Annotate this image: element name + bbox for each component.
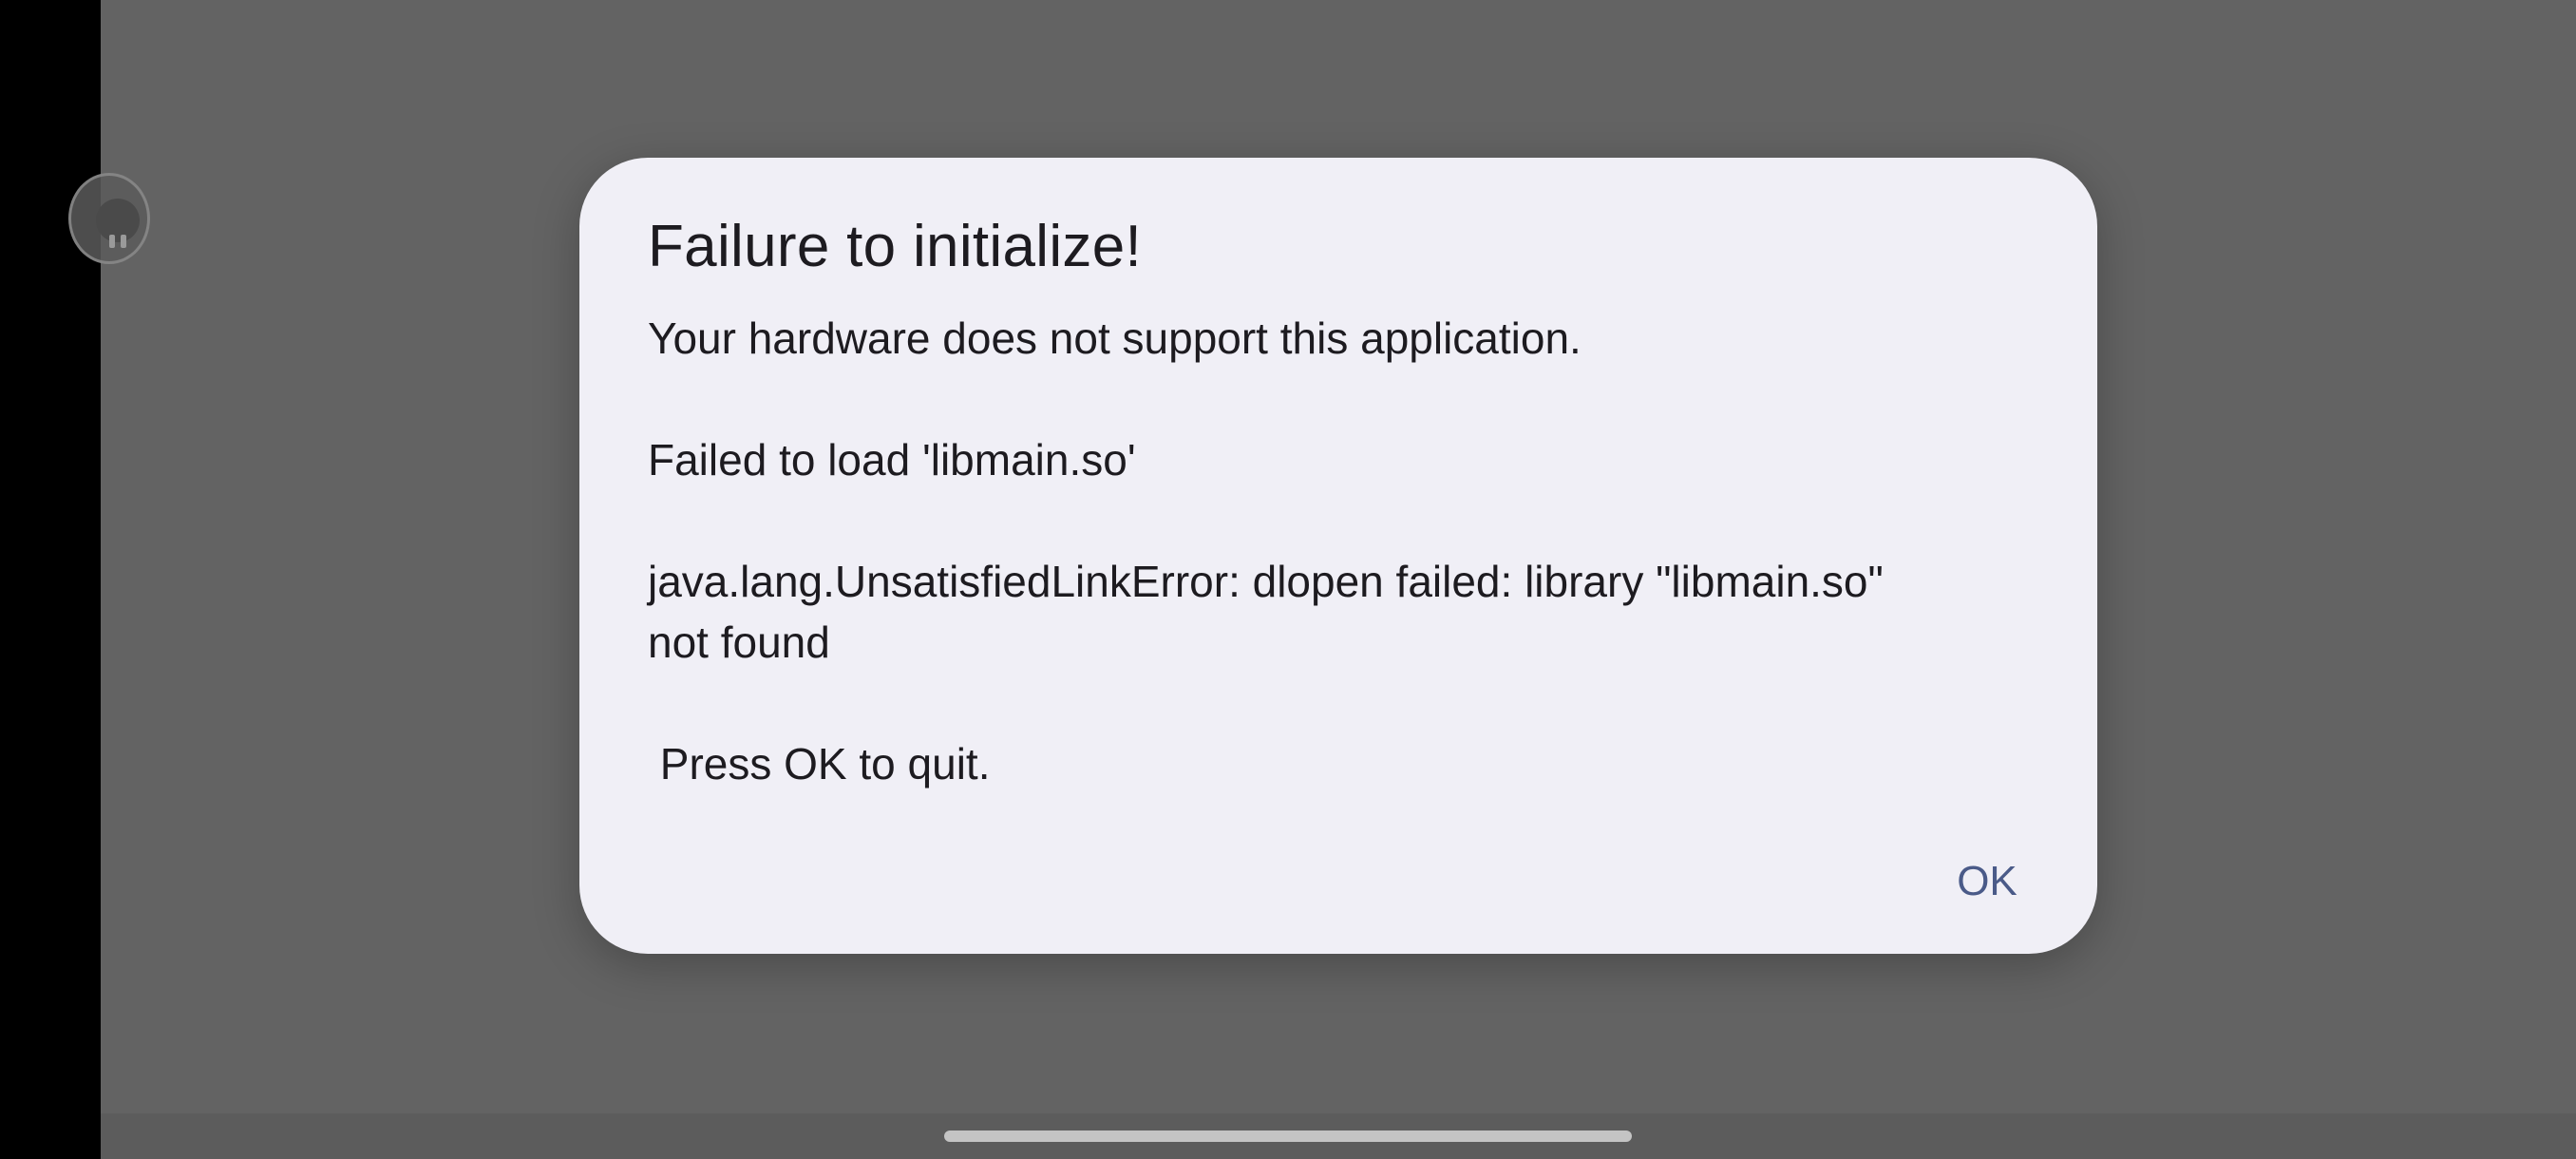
floating-bubble-icon[interactable]	[68, 173, 150, 264]
bubble-inner	[96, 199, 140, 248]
message-line: java.lang.UnsatisfiedLinkError: dlopen f…	[648, 557, 1884, 606]
message-line	[648, 673, 2035, 733]
bubble-mark-left	[109, 235, 115, 248]
bubble-mark-right	[121, 235, 126, 248]
alert-dialog: Failure to initialize! Your hardware doe…	[579, 158, 2097, 954]
message-line: Failed to load 'libmain.so'	[648, 435, 1136, 484]
message-line: not found	[648, 618, 830, 667]
dialog-message: Your hardware does not support this appl…	[648, 308, 2035, 794]
ok-button[interactable]: OK	[1930, 844, 2044, 920]
message-line	[648, 369, 2035, 429]
display-cutout-strip	[0, 0, 101, 1159]
dialog-title: Failure to initialize!	[648, 214, 1143, 279]
gesture-handle[interactable]	[944, 1130, 1632, 1142]
screen: Failure to initialize! Your hardware doe…	[0, 0, 2576, 1159]
message-line: Press OK to quit.	[648, 739, 991, 788]
message-line: Your hardware does not support this appl…	[648, 314, 1582, 363]
message-line	[648, 490, 2035, 551]
